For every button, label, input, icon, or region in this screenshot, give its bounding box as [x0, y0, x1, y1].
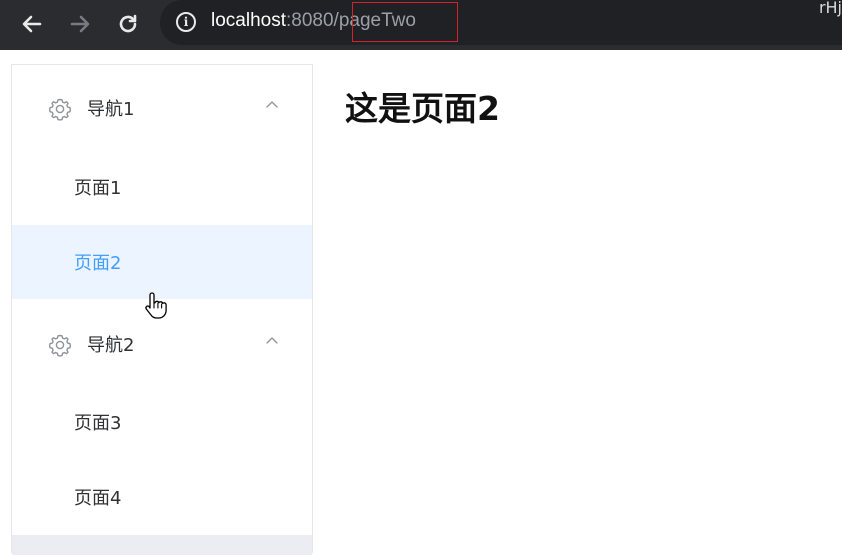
submenu-nav1[interactable]: 导航1 — [12, 79, 312, 135]
menu-item-partial[interactable] — [12, 535, 312, 555]
menu-item-page2[interactable]: 页面2 — [12, 225, 312, 299]
page-title: 这是页面2 — [345, 89, 500, 128]
gear-icon — [49, 98, 71, 121]
chevron-up-icon — [266, 337, 278, 344]
submenu-nav2-label: 导航2 — [87, 335, 135, 356]
menu-item-page1-label: 页面1 — [74, 178, 122, 199]
hand-cursor-icon — [145, 292, 167, 319]
browser-toolbar: i localhost:8080/pageTwo rHj — [0, 0, 842, 50]
url-port: :8080 — [286, 10, 334, 31]
arrow-left-icon — [22, 15, 42, 33]
menu-item-page1[interactable]: 页面1 — [12, 150, 312, 224]
reload-icon — [119, 14, 137, 33]
submenu-nav2[interactable]: 导航2 — [12, 315, 312, 371]
menu-item-page3[interactable]: 页面3 — [12, 385, 312, 459]
menu-item-page2-label: 页面2 — [74, 253, 122, 274]
gear-icon — [49, 334, 71, 357]
url-path-highlight-box — [352, 2, 458, 42]
back-button[interactable] — [18, 10, 46, 38]
forward-button[interactable] — [66, 10, 94, 38]
info-icon[interactable]: i — [176, 12, 196, 32]
chevron-up-icon — [266, 101, 278, 108]
menu-item-page3-label: 页面3 — [74, 413, 122, 434]
reload-button[interactable] — [114, 10, 142, 38]
arrow-right-icon — [70, 15, 90, 33]
url-host: localhost — [211, 10, 286, 31]
menu-item-page4[interactable]: 页面4 — [12, 460, 312, 534]
toolbar-corner-text: rHj — [818, 0, 842, 17]
address-bar[interactable]: i localhost:8080/pageTwo rHj — [160, 0, 842, 45]
submenu-nav1-label: 导航1 — [87, 99, 135, 120]
menu-item-page4-label: 页面4 — [74, 488, 122, 509]
